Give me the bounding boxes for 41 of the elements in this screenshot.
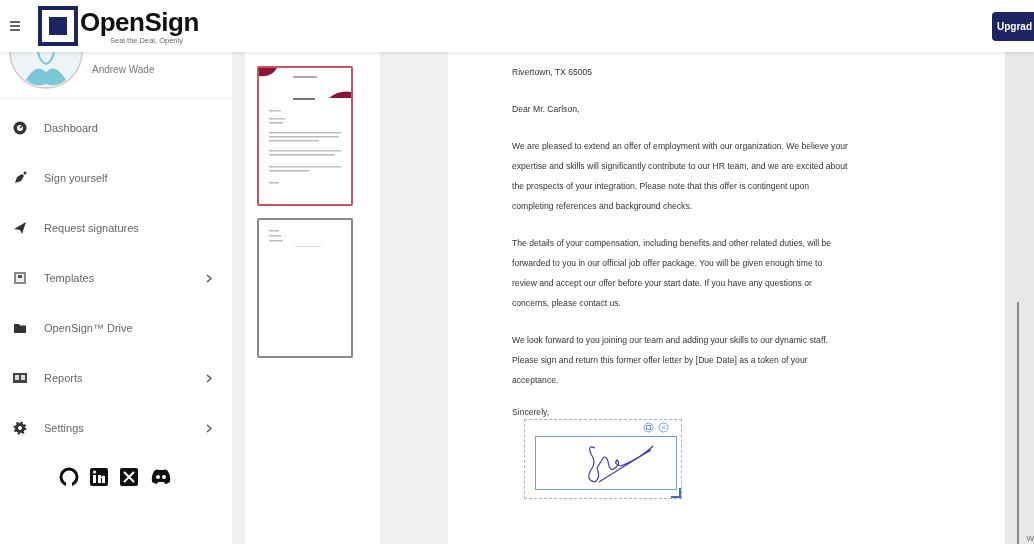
edge-text: W <box>1026 534 1034 543</box>
scroll-thumb[interactable] <box>1017 302 1019 544</box>
nav-icon <box>13 271 27 285</box>
sidebar-item[interactable]: Dashboard <box>0 103 232 153</box>
nav-icon <box>13 371 27 385</box>
discord-icon[interactable] <box>149 467 173 487</box>
nav-icon <box>13 221 27 235</box>
page-thumbnail[interactable] <box>257 66 353 206</box>
sidebar-item[interactable]: Sign yourself <box>0 153 232 203</box>
avatar-icon <box>8 52 84 92</box>
upgrade-button[interactable]: Upgrad <box>992 11 1034 41</box>
nav-icon <box>13 321 27 335</box>
page-thumbnail[interactable] <box>257 218 353 358</box>
close-icon[interactable] <box>658 422 669 433</box>
nav-icon <box>13 121 27 135</box>
chevron-icon <box>206 273 212 283</box>
signature-widget[interactable] <box>524 419 682 499</box>
letter-paragraph: The details of your compensation, including benefits and other related duties, will be forwarded to you in our official job offer package. You will be given enough time to review and accept our offer before your start date. If you have any questions or concerns, please contact us. <box>512 237 833 310</box>
logo-text: OpenSign <box>80 7 199 36</box>
copy-icon[interactable] <box>643 422 654 433</box>
letter-paragraph: Dear Mr. Carlson, <box>512 103 581 116</box>
letter-paragraph: We are pleased to extend an offer of employment with our organization. We believe your expertise and skills will significantly contribute to our HR team, and we are excited about the prospects of your integration. Please note that this offer is contingent upon completing references and background checks. <box>512 140 849 213</box>
chevron-icon <box>206 423 212 433</box>
nav-icon <box>13 421 27 435</box>
linkedin-icon[interactable] <box>89 467 109 487</box>
nav-icon <box>13 171 27 185</box>
resize-handle[interactable] <box>671 488 681 498</box>
user-name: Andrew Wade <box>92 64 155 75</box>
sidebar-item[interactable]: Request signatures <box>0 203 232 253</box>
sidebar-item[interactable]: OpenSign™ Drive <box>0 303 232 353</box>
sidebar-item[interactable]: Reports <box>0 353 232 403</box>
letter-paragraph: Rivertown, TX 65005 <box>512 66 594 79</box>
closing-text: Sincerely, <box>512 407 550 417</box>
sidebar-item[interactable]: Templates <box>0 253 232 303</box>
chevron-icon <box>206 373 212 383</box>
github-icon[interactable] <box>59 467 79 487</box>
menu-icon[interactable] <box>10 20 20 32</box>
logo-icon <box>38 6 78 46</box>
x-logo-icon[interactable] <box>119 467 139 487</box>
letter-paragraph: We look forward to you joining our team and adding your skills to our dynamic staff. Please sign and return this former offer letter by [Due Date] as a token of your acceptance. <box>512 334 829 387</box>
sidebar-item[interactable]: Settings <box>0 403 232 453</box>
